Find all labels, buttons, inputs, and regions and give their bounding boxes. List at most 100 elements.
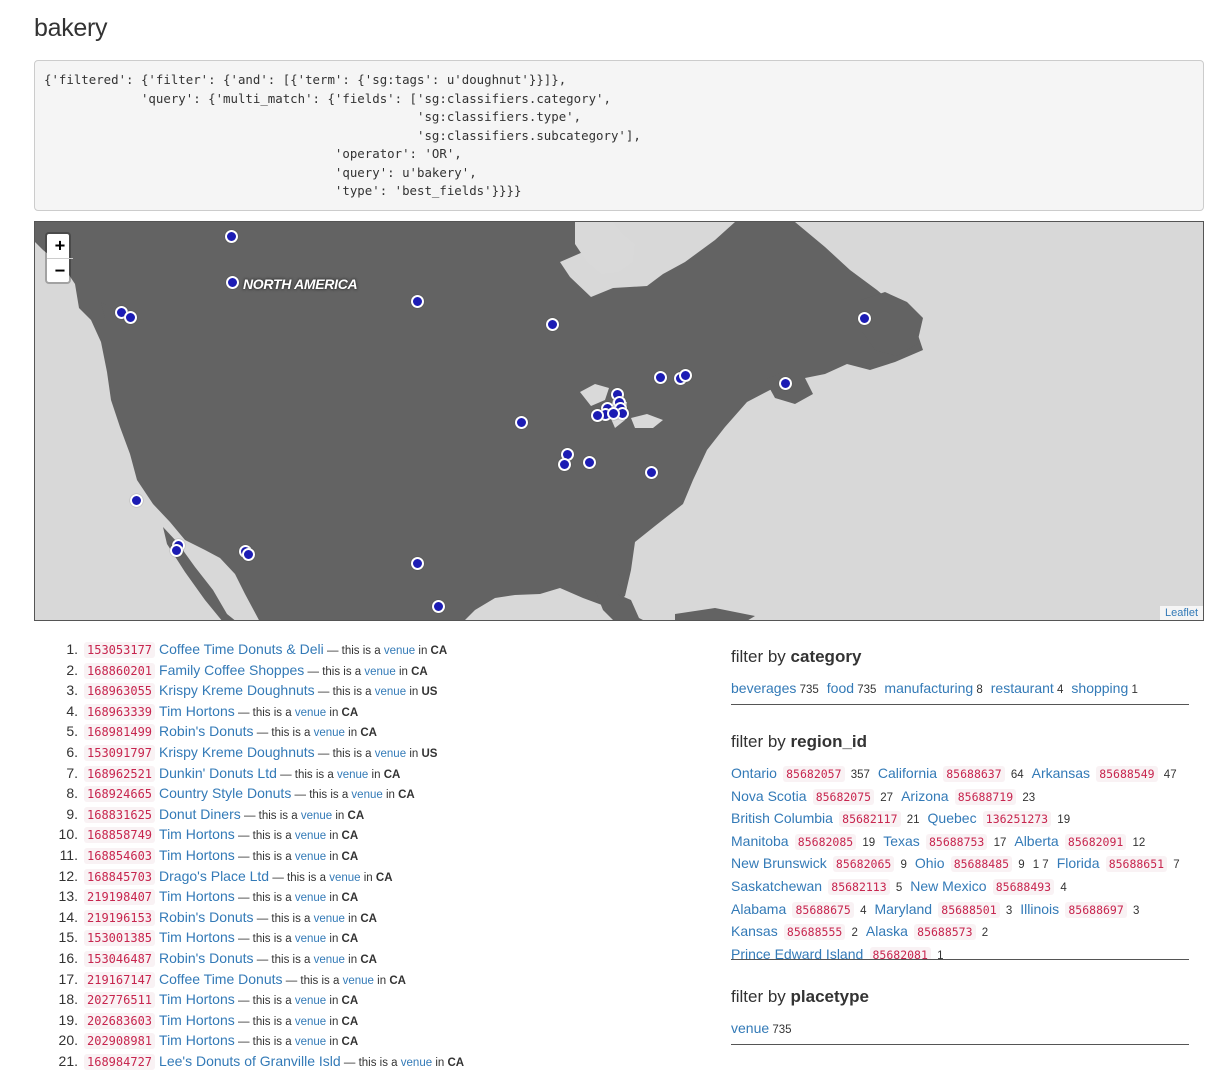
filter-link[interactable]: restaurant bbox=[991, 680, 1054, 696]
map-marker[interactable] bbox=[410, 294, 424, 308]
filter-link[interactable]: British Columbia bbox=[731, 810, 833, 826]
result-type-link[interactable]: venue bbox=[295, 1016, 326, 1028]
map-marker[interactable] bbox=[678, 368, 692, 382]
result-name-link[interactable]: Krispy Kreme Doughnuts bbox=[159, 744, 315, 760]
filter-link[interactable]: Kansas bbox=[731, 923, 778, 939]
filter-link[interactable]: California bbox=[878, 765, 937, 781]
result-name-link[interactable]: Lee's Donuts of Granville Isld bbox=[159, 1053, 341, 1069]
filter-items: beverages 735 food 735 manufacturing 8 rest… bbox=[731, 678, 1189, 704]
result-type-link[interactable]: venue bbox=[364, 666, 395, 678]
result-name-link[interactable]: Coffee Time Donuts bbox=[159, 971, 282, 987]
map-marker[interactable] bbox=[644, 465, 658, 479]
filter-link[interactable]: Prince Edward Island bbox=[731, 946, 863, 959]
result-type-link[interactable]: venue bbox=[295, 933, 326, 945]
result-name-link[interactable]: Dunkin' Donuts Ltd bbox=[159, 765, 277, 781]
result-name-link[interactable]: Robin's Donuts bbox=[159, 950, 254, 966]
result-type-link[interactable]: venue bbox=[375, 748, 406, 760]
filter-link[interactable]: Alabama bbox=[731, 901, 786, 917]
zoom-in-button[interactable]: + bbox=[47, 234, 73, 258]
map-marker[interactable] bbox=[225, 275, 239, 289]
filter-link[interactable]: Illinois bbox=[1020, 901, 1059, 917]
filter-link[interactable]: Saskatchewan bbox=[731, 878, 822, 894]
filter-link[interactable]: beverages bbox=[731, 680, 796, 696]
filter-code: 85688555 bbox=[783, 924, 846, 941]
filter-link[interactable]: Alaska bbox=[866, 923, 908, 939]
map-marker[interactable] bbox=[590, 408, 604, 422]
filter-link[interactable]: Manitoba bbox=[731, 833, 789, 849]
filter-link[interactable]: Texas bbox=[883, 833, 920, 849]
result-type-link[interactable]: venue bbox=[314, 954, 345, 966]
filter-link[interactable]: Ohio bbox=[915, 855, 945, 871]
result-type-link[interactable]: venue bbox=[295, 851, 326, 863]
filter-link[interactable]: Alberta bbox=[1014, 833, 1058, 849]
result-name-link[interactable]: Robin's Donuts bbox=[159, 723, 254, 739]
map-marker[interactable] bbox=[123, 310, 137, 324]
result-type-link[interactable]: venue bbox=[295, 892, 326, 904]
result-type-link[interactable]: venue bbox=[295, 1036, 326, 1048]
result-name-link[interactable]: Country Style Donuts bbox=[159, 785, 291, 801]
result-name-link[interactable]: Tim Hortons bbox=[159, 826, 235, 842]
filter-link[interactable]: Arkansas bbox=[1032, 765, 1090, 781]
map-marker[interactable] bbox=[653, 370, 667, 384]
result-name-link[interactable]: Tim Hortons bbox=[159, 1032, 235, 1048]
filter-link[interactable]: food bbox=[827, 680, 854, 696]
result-name-link[interactable]: Tim Hortons bbox=[159, 888, 235, 904]
filter-item: Alabama 85688675 4 bbox=[731, 899, 866, 922]
filter-link[interactable]: Maryland bbox=[874, 901, 932, 917]
map-marker[interactable] bbox=[410, 556, 424, 570]
result-type-link[interactable]: venue bbox=[401, 1057, 432, 1069]
result-name-link[interactable]: Tim Hortons bbox=[159, 1012, 235, 1028]
result-name-link[interactable]: Donut Diners bbox=[159, 806, 241, 822]
filter-item: Prince Edward Island 85682081 1 bbox=[731, 944, 944, 959]
map[interactable]: NORTH AMERICA + − Leaflet bbox=[34, 221, 1204, 621]
map-marker[interactable] bbox=[224, 229, 238, 243]
result-item: 8. 168924665 Country Style Donuts — this i… bbox=[34, 783, 674, 804]
result-name-link[interactable]: Krispy Kreme Doughnuts bbox=[159, 682, 315, 698]
filter-link[interactable]: venue bbox=[731, 1020, 769, 1036]
result-name-link[interactable]: Robin's Donuts bbox=[159, 909, 254, 925]
map-marker[interactable] bbox=[778, 376, 792, 390]
result-name-link[interactable]: Drago's Place Ltd bbox=[159, 868, 269, 884]
result-type-link[interactable]: venue bbox=[295, 995, 326, 1007]
result-type-link[interactable]: venue bbox=[314, 727, 345, 739]
filter-link[interactable]: Nova Scotia bbox=[731, 788, 806, 804]
filter-link[interactable]: shopping bbox=[1071, 680, 1128, 696]
filter-link[interactable]: Arizona bbox=[901, 788, 948, 804]
map-marker[interactable] bbox=[431, 599, 445, 613]
filter-link[interactable]: Ontario bbox=[731, 765, 777, 781]
map-marker[interactable] bbox=[557, 457, 571, 471]
filter-link[interactable]: New Brunswick bbox=[731, 855, 827, 871]
filter-link[interactable]: Florida bbox=[1057, 855, 1100, 871]
result-name-link[interactable]: Tim Hortons bbox=[159, 703, 235, 719]
result-type-link[interactable]: venue bbox=[384, 645, 415, 657]
result-type-link[interactable]: venue bbox=[343, 975, 374, 987]
result-type-link[interactable]: venue bbox=[295, 707, 326, 719]
result-type-link[interactable]: venue bbox=[314, 913, 345, 925]
filter-link[interactable]: New Mexico bbox=[910, 878, 986, 894]
result-name-link[interactable]: Tim Hortons bbox=[159, 991, 235, 1007]
map-marker[interactable] bbox=[514, 415, 528, 429]
map-marker[interactable] bbox=[606, 406, 620, 420]
result-type-link[interactable]: venue bbox=[301, 810, 332, 822]
result-name-link[interactable]: Tim Hortons bbox=[159, 847, 235, 863]
map-marker[interactable] bbox=[545, 317, 559, 331]
result-type-link[interactable]: venue bbox=[329, 872, 360, 884]
result-name-link[interactable]: Tim Hortons bbox=[159, 929, 235, 945]
zoom-out-button[interactable]: − bbox=[47, 258, 73, 282]
map-marker[interactable] bbox=[169, 543, 183, 557]
filter-link[interactable]: manufacturing bbox=[884, 680, 973, 696]
map-marker[interactable] bbox=[241, 547, 255, 561]
result-type-link[interactable]: venue bbox=[351, 789, 382, 801]
result-type-link[interactable]: venue bbox=[337, 769, 368, 781]
result-type-link[interactable]: venue bbox=[295, 830, 326, 842]
filter-link[interactable]: Quebec bbox=[928, 810, 977, 826]
result-number: 14. bbox=[58, 908, 78, 925]
map-marker[interactable] bbox=[129, 493, 143, 507]
map-marker[interactable] bbox=[582, 455, 596, 469]
result-name-link[interactable]: Family Coffee Shoppes bbox=[159, 662, 304, 678]
result-type-link[interactable]: venue bbox=[375, 686, 406, 698]
result-name-link[interactable]: Coffee Time Donuts & Deli bbox=[159, 641, 324, 657]
map-marker[interactable] bbox=[857, 311, 871, 325]
leaflet-link[interactable]: Leaflet bbox=[1165, 607, 1198, 619]
result-id: 153046487 bbox=[84, 950, 156, 967]
